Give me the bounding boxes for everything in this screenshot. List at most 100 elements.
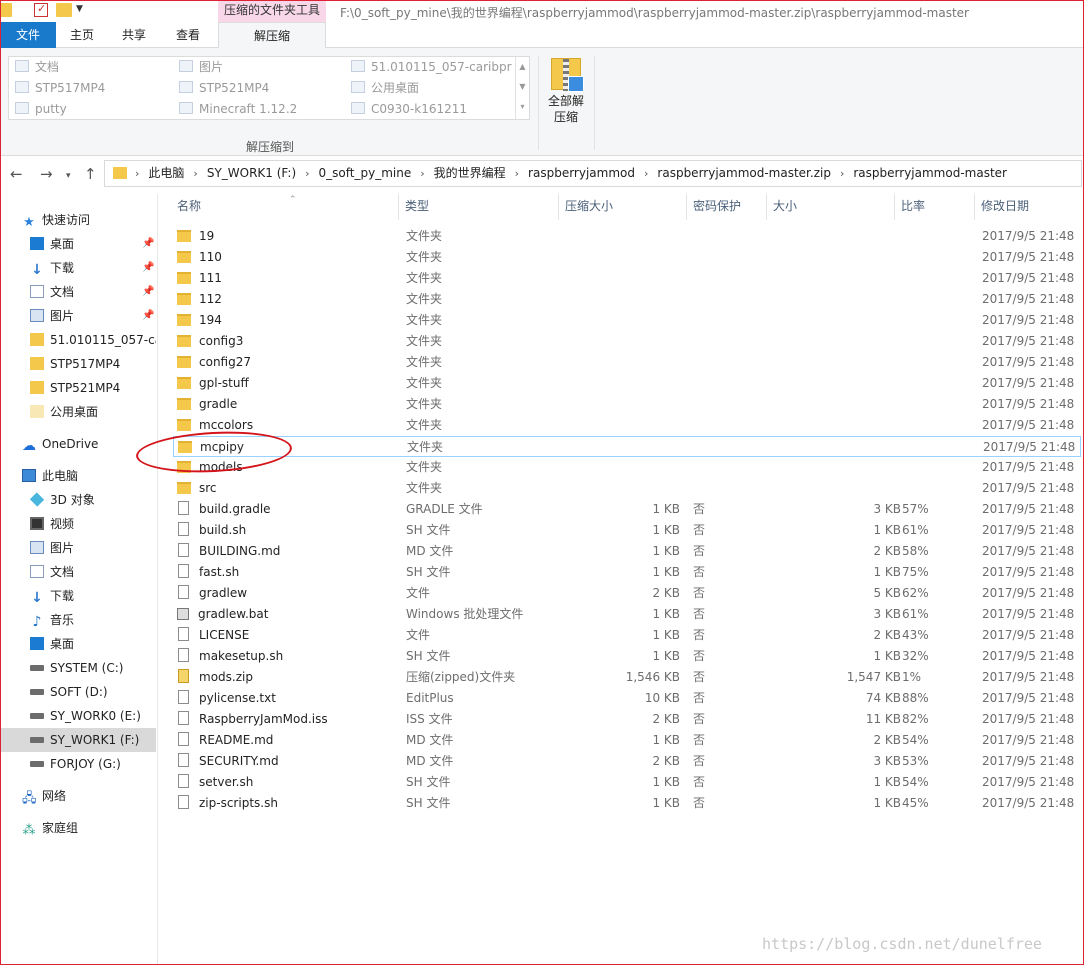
file-row[interactable]: RaspberryJamMod.iss ISS 文件 2 KB 否 11 KB 82% 20… <box>173 709 1081 730</box>
file-row[interactable]: LICENSE 文件 1 KB 否 2 KB 43% 2017/9/5 21:48 <box>173 625 1081 646</box>
file-icon <box>178 564 189 578</box>
chevron-right-icon[interactable]: › <box>840 167 844 180</box>
forward-arrow-icon[interactable]: → <box>40 164 53 184</box>
chevron-right-icon[interactable]: › <box>644 167 648 180</box>
sidebar-item-homegroup[interactable]: ⁂ 家庭组 <box>22 816 178 840</box>
file-row[interactable]: makesetup.sh SH 文件 1 KB 否 1 KB 32% 2017/9/5 21… <box>173 646 1081 667</box>
gallery-item[interactable]: 文档 <box>15 57 59 77</box>
gallery-item[interactable]: STP521MP4 <box>179 78 269 98</box>
chevron-right-icon[interactable]: › <box>135 167 139 180</box>
file-row[interactable]: build.sh SH 文件 1 KB 否 1 KB 61% 2017/9/5 21:48 <box>173 520 1081 541</box>
breadcrumb-item[interactable]: raspberryjammod <box>528 166 635 180</box>
scroll-down-icon[interactable]: ▼ <box>516 77 529 97</box>
file-name: build.gradle <box>177 499 271 520</box>
file-row[interactable]: mcpipy 文件夹 2017/9/5 21:48 <box>173 436 1081 457</box>
file-row[interactable]: SECURITY.md MD 文件 2 KB 否 3 KB 53% 2017/9/5 21:… <box>173 751 1081 772</box>
column-header-ratio[interactable]: 比率 <box>895 194 975 220</box>
scroll-up-icon[interactable]: ▲ <box>516 57 529 77</box>
file-row[interactable]: gradlew 文件 2 KB 否 5 KB 62% 2017/9/5 21:48 <box>173 583 1081 604</box>
breadcrumb-item[interactable]: 此电脑 <box>148 166 184 180</box>
tab-home[interactable]: 主页 <box>62 22 102 48</box>
file-row[interactable]: build.gradle GRADLE 文件 1 KB 否 3 KB 57% 2017/9/… <box>173 499 1081 520</box>
file-compressed-size <box>523 457 680 478</box>
column-header-name[interactable]: 名称 ⌃ <box>171 194 399 220</box>
file-type: 文件夹 <box>406 313 443 327</box>
file-row[interactable]: pylicense.txt EditPlus 10 KB 否 74 KB 88% 2017/… <box>173 688 1081 709</box>
back-arrow-icon[interactable]: ← <box>10 164 23 184</box>
tab-extract[interactable]: 解压缩 <box>218 22 326 49</box>
gallery-item[interactable]: 公用桌面 <box>351 78 419 98</box>
gallery-item[interactable]: C0930-k161211 <box>351 99 467 119</box>
file-row[interactable]: config27 文件夹 2017/9/5 21:48 <box>173 352 1081 373</box>
file-row[interactable]: README.md MD 文件 1 KB 否 2 KB 54% 2017/9/5 21:48 <box>173 730 1081 751</box>
new-folder-icon[interactable] <box>56 3 72 17</box>
file-name: 19 <box>177 226 214 247</box>
up-arrow-icon[interactable]: ↑ <box>84 164 97 184</box>
file-compressed-size: 1 KB <box>652 775 680 789</box>
tab-share[interactable]: 共享 <box>114 22 154 48</box>
properties-icon[interactable] <box>34 2 48 17</box>
breadcrumb-item[interactable]: raspberryjammod-master <box>853 166 1007 180</box>
column-header-date-modified[interactable]: 修改日期 <box>975 194 1083 220</box>
file-date-modified: 2017/9/5 21:48 <box>982 313 1075 327</box>
chevron-right-icon[interactable]: › <box>420 167 424 180</box>
column-header-type[interactable]: 类型 <box>399 194 559 220</box>
gallery-item[interactable]: STP517MP4 <box>15 78 105 98</box>
file-row[interactable]: zip-scripts.sh SH 文件 1 KB 否 1 KB 45% 2017/9/5 … <box>173 793 1081 814</box>
column-header-compressed-size[interactable]: 压缩大小 <box>559 194 687 220</box>
file-type: 文件夹 <box>406 229 443 243</box>
chevron-right-icon[interactable]: › <box>515 167 519 180</box>
gallery-item[interactable]: 图片 <box>179 57 223 77</box>
extract-all-button[interactable]: 全部解 压缩 <box>544 56 588 125</box>
video-icon <box>30 517 44 530</box>
file-row[interactable]: gpl-stuff 文件夹 2017/9/5 21:48 <box>173 373 1081 394</box>
pin-icon[interactable]: 📌 <box>142 256 154 280</box>
breadcrumb-item[interactable]: 0_soft_py_mine <box>319 166 412 180</box>
file-row[interactable]: src 文件夹 2017/9/5 21:48 <box>173 478 1081 499</box>
file-row[interactable]: 19 文件夹 2017/9/5 21:48 <box>173 226 1081 247</box>
sidebar-item-drive-f[interactable]: SY_WORK1 (F:) <box>0 728 156 752</box>
gallery-item[interactable]: putty <box>15 99 67 119</box>
file-compressed-size <box>523 331 680 352</box>
quick-access-dropdown-icon[interactable]: ▼ <box>76 4 83 14</box>
gallery-item[interactable]: Minecraft 1.12.2 <box>179 99 297 119</box>
sidebar-item-folder[interactable]: 51.010115_057-ca <box>30 328 156 352</box>
file-row[interactable]: gradlew.bat Windows 批处理文件 1 KB 否 3 KB 61% 2017… <box>173 604 1081 625</box>
sidebar-item-network[interactable]: 🖧 网络 <box>22 784 178 808</box>
pin-icon[interactable]: 📌 <box>142 304 154 328</box>
sidebar-item-onedrive[interactable]: ☁ OneDrive <box>22 432 178 456</box>
file-row[interactable]: mccolors 文件夹 2017/9/5 21:48 <box>173 415 1081 436</box>
sidebar-item-quick-access[interactable]: ★ 快速访问 <box>22 208 178 232</box>
file-row[interactable]: mods.zip 压缩(zipped)文件夹 1,546 KB 否 1,547 KB 1%… <box>173 667 1081 688</box>
file-row[interactable]: models 文件夹 2017/9/5 21:48 <box>173 457 1081 478</box>
file-row[interactable]: 110 文件夹 2017/9/5 21:48 <box>173 247 1081 268</box>
column-header-password[interactable]: 密码保护 <box>687 194 767 220</box>
pin-icon[interactable]: 📌 <box>142 280 154 304</box>
tab-file[interactable]: 文件 <box>0 22 56 48</box>
address-bar[interactable]: › 此电脑 › SY_WORK1 (F:) › 0_soft_py_mine › 我的世界编程… <box>104 160 1082 187</box>
gallery-more-icon[interactable]: ▾ <box>516 97 529 117</box>
tab-view[interactable]: 查看 <box>168 22 208 48</box>
file-row[interactable]: 112 文件夹 2017/9/5 21:48 <box>173 289 1081 310</box>
chevron-right-icon[interactable]: › <box>305 167 309 180</box>
breadcrumb-item[interactable]: raspberryjammod-master.zip <box>657 166 831 180</box>
sidebar-item-this-pc[interactable]: 此电脑 <box>22 464 178 488</box>
recent-locations-icon[interactable]: ▾ <box>66 166 71 186</box>
file-row[interactable]: BUILDING.md MD 文件 1 KB 否 2 KB 58% 2017/9/5 21:… <box>173 541 1081 562</box>
file-row[interactable]: config3 文件夹 2017/9/5 21:48 <box>173 331 1081 352</box>
breadcrumb-item[interactable]: SY_WORK1 (F:) <box>207 166 296 180</box>
pin-icon[interactable]: 📌 <box>142 232 154 256</box>
file-row[interactable]: setver.sh SH 文件 1 KB 否 1 KB 54% 2017/9/5 21:48 <box>173 772 1081 793</box>
gallery-scrollbar[interactable]: ▲ ▼ ▾ <box>515 57 529 119</box>
chevron-right-icon[interactable]: › <box>193 167 197 180</box>
file-size: 3 KB <box>873 754 901 768</box>
column-header-size[interactable]: 大小 <box>767 194 895 220</box>
file-row[interactable]: 111 文件夹 2017/9/5 21:48 <box>173 268 1081 289</box>
file-row[interactable]: fast.sh SH 文件 1 KB 否 1 KB 75% 2017/9/5 21:48 <box>173 562 1081 583</box>
file-row[interactable]: gradle 文件夹 2017/9/5 21:48 <box>173 394 1081 415</box>
file-compressed-size <box>523 478 680 499</box>
file-compressed-size: 1 KB <box>652 523 680 537</box>
gallery-item[interactable]: 51.010115_057-caribpr <box>351 57 512 77</box>
breadcrumb-item[interactable]: 我的世界编程 <box>434 166 506 180</box>
file-row[interactable]: 194 文件夹 2017/9/5 21:48 <box>173 310 1081 331</box>
